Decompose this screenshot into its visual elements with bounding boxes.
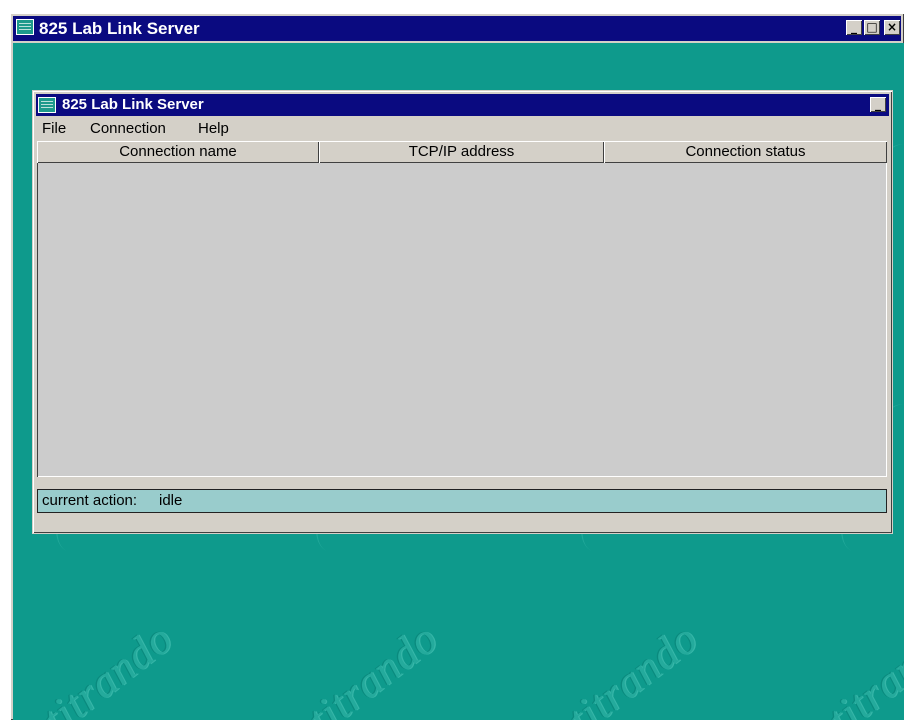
column-header-connection-name[interactable]: Connection name	[37, 141, 319, 163]
menu-help[interactable]: Help	[198, 120, 229, 138]
app-icon[interactable]	[16, 19, 34, 35]
inner-minimize-button[interactable]: _	[870, 97, 886, 112]
inner-titlebar[interactable]: 825 Lab Link Server _	[36, 94, 889, 116]
outer-window-title: 825 Lab Link Server	[39, 19, 200, 38]
maximize-button[interactable]: □	[864, 20, 880, 35]
watermark-logo: titrando	[33, 613, 183, 720]
watermark-logo: titrando	[298, 613, 448, 720]
watermark-logo: titrando	[818, 613, 904, 720]
table-body[interactable]	[37, 163, 887, 477]
status-value: idle	[159, 492, 183, 509]
menu-file[interactable]: File	[42, 120, 66, 138]
column-header-tcpip-address[interactable]: TCP/IP address	[319, 141, 604, 163]
inner-app-icon[interactable]	[38, 97, 56, 113]
outer-titlebar[interactable]: 825 Lab Link Server _ □ ×	[13, 16, 901, 41]
column-header-connection-status[interactable]: Connection status	[604, 141, 887, 163]
minimize-button[interactable]: _	[846, 20, 862, 35]
close-button[interactable]: ×	[884, 20, 900, 35]
menubar: File Connection Help	[36, 118, 889, 140]
status-bar: current action: idle	[37, 489, 887, 513]
inner-window-title: 825 Lab Link Server	[62, 96, 204, 113]
connections-table[interactable]: Connection name TCP/IP address Connectio…	[37, 141, 887, 477]
inner-window: 825 Lab Link Server _ File Connection He…	[33, 91, 892, 533]
status-label: current action:	[42, 492, 138, 509]
outer-window: 825 Lab Link Server _ □ × titrando titra…	[10, 13, 904, 720]
watermark-logo: titrando	[558, 613, 708, 720]
menu-connection[interactable]: Connection	[90, 120, 166, 138]
desktop-pane: titrando titrando titrando titrando 825 …	[13, 43, 904, 720]
